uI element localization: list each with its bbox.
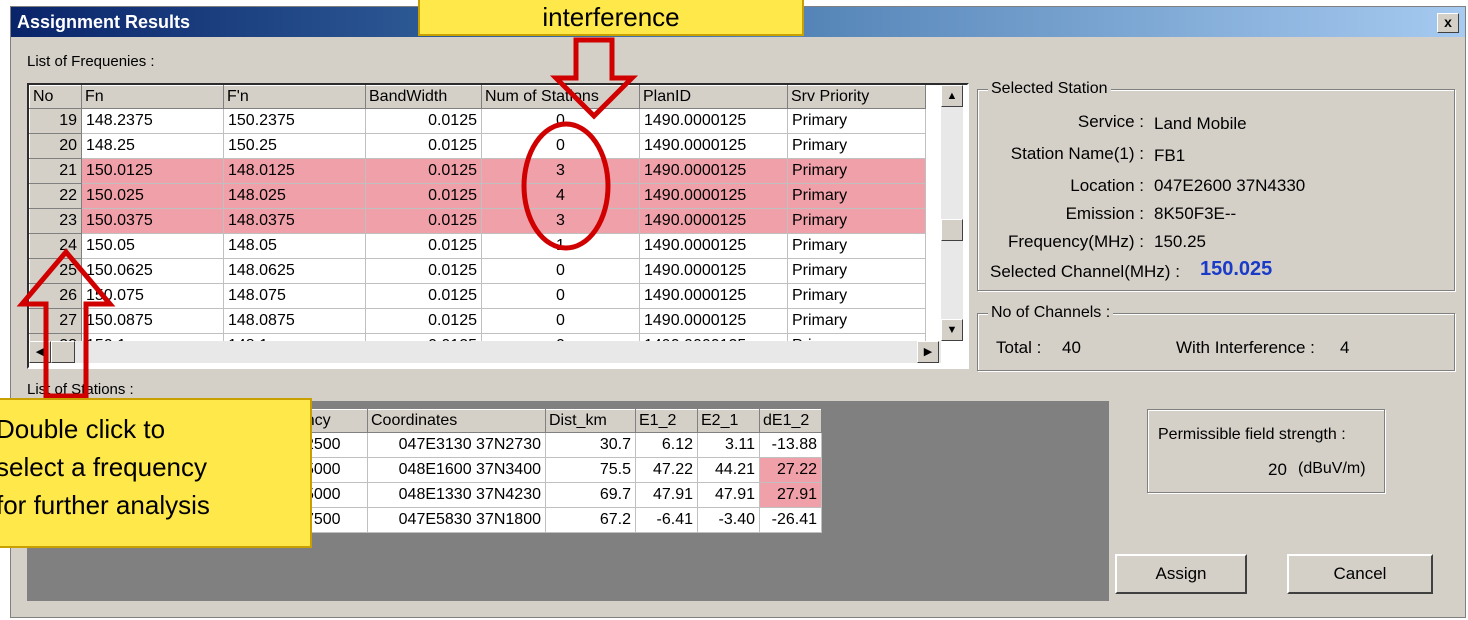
callout-line-1: Double click to	[0, 414, 166, 444]
interference-ellipse	[521, 121, 611, 251]
callout-line-3: for further analysis	[0, 490, 210, 520]
double-click-callout: Double click to select a frequency for f…	[0, 398, 312, 548]
down-arrow-icon	[549, 37, 639, 120]
callout-line-2: select a frequency	[0, 452, 208, 482]
up-arrow-icon	[16, 248, 116, 399]
